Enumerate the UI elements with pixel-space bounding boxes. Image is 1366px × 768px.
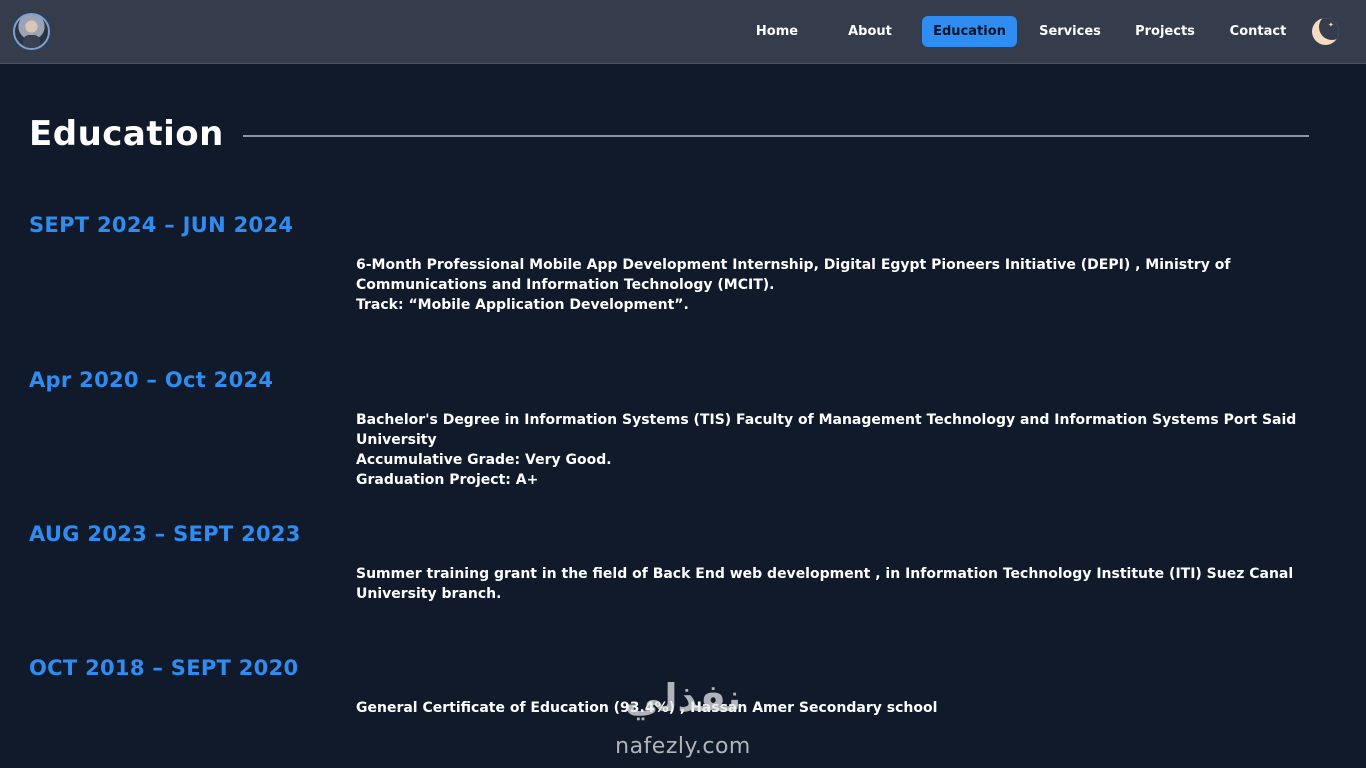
education-date: OCT 2018 – SEPT 2020 [29,656,299,680]
education-date: AUG 2023 – SEPT 2023 [29,522,301,546]
nav-education[interactable]: Education [922,16,1017,47]
nav-contact[interactable]: Contact [1222,16,1294,47]
navbar: Home About Education Services Projects C… [0,0,1366,64]
nav-home[interactable]: Home [747,16,807,47]
watermark-latin: nafezly.com [615,734,751,759]
education-description: General Certificate of Education (93.4%)… [356,698,1346,718]
description-line: 6-Month Professional Mobile App Developm… [356,257,1231,293]
description-line: Accumulative Grade: Very Good. [356,452,612,468]
education-description: Summer training grant in the field of Ba… [356,564,1346,604]
nav-projects[interactable]: Projects [1128,16,1202,47]
education-description: 6-Month Professional Mobile App Developm… [356,255,1346,315]
nav-about[interactable]: About [838,16,902,47]
watermark-logo: نفذلي nafezly.com [598,676,768,768]
description-line: General Certificate of Education (93.4%)… [356,700,938,716]
description-line: Track: “Mobile Application Development”. [356,297,689,313]
education-description: Bachelor's Degree in Information Systems… [356,410,1346,490]
education-date: SEPT 2024 – JUN 2024 [29,213,294,237]
profile-avatar[interactable] [13,13,50,50]
description-line: Graduation Project: A+ [356,472,539,488]
education-date: Apr 2020 – Oct 2024 [29,368,274,392]
title-divider [243,135,1309,137]
theme-toggle-moon-icon[interactable]: ✦ [1312,18,1339,45]
nav-services[interactable]: Services [1032,16,1108,47]
description-line: Summer training grant in the field of Ba… [356,566,1294,602]
section-title: Education [29,114,224,154]
star-icon: ✦ [1328,21,1334,29]
avatar-figure [23,35,40,48]
description-line: Bachelor's Degree in Information Systems… [356,412,1297,448]
